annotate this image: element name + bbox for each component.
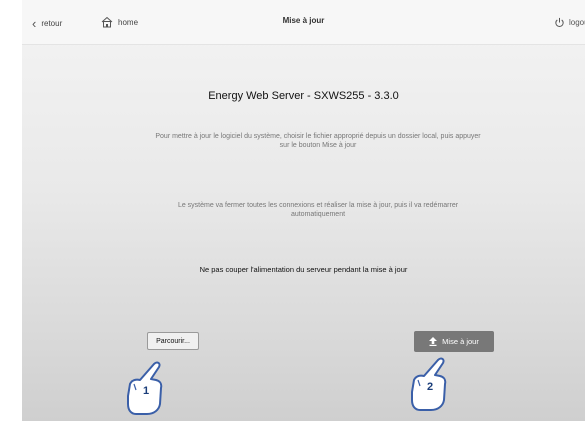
upload-arrow-icon (429, 337, 438, 346)
logout-button[interactable]: logout (554, 14, 585, 30)
restart-info: Le système va fermer toutes les connexio… (177, 202, 459, 218)
step-1-callout: 1 (120, 352, 180, 420)
logout-label: logout (569, 17, 585, 27)
step-1-number: 1 (142, 385, 150, 397)
device-heading: Energy Web Server - SXWS255 - 3.3.0 (208, 90, 399, 102)
update-instructions: Pour mettre à jour le logiciel du systèm… (155, 133, 481, 149)
browse-button[interactable]: Parcourir... (147, 332, 199, 350)
top-navigation-bar: ‹ retour home Mise à jour logout (22, 0, 585, 45)
power-icon (555, 17, 564, 27)
power-warning: Ne pas couper l'alimentation du serveur … (199, 265, 408, 274)
update-screen: ‹ retour home Mise à jour logout Energy … (22, 0, 585, 421)
page-title: Mise à jour (282, 16, 325, 25)
step-2-number: 2 (426, 381, 434, 393)
step-2-callout: 2 (404, 348, 464, 416)
update-button-label: Mise à jour (442, 337, 479, 346)
